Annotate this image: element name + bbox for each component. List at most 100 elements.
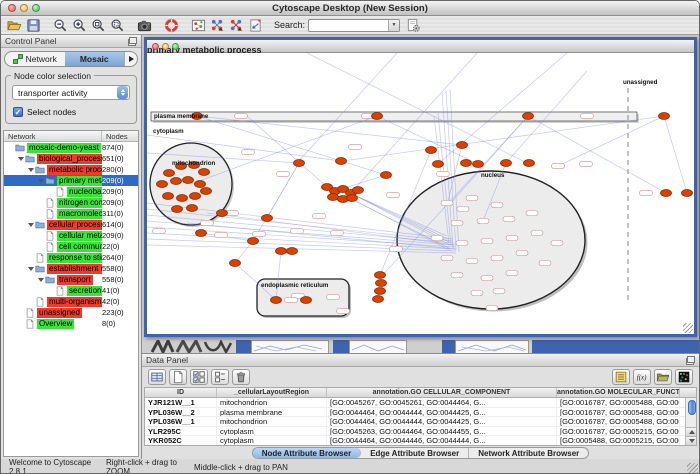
tree-col-network[interactable]: Network xyxy=(4,131,102,141)
zoom-button[interactable] xyxy=(32,4,40,12)
nucleus-node[interactable] xyxy=(477,219,489,224)
table-row[interactable]: YLR295Ccytoplasm[GO:0045263, GO:0044464,… xyxy=(145,427,696,437)
table-column-header[interactable]: annotation.GO MOLECULAR_FUNCTION xyxy=(557,388,680,397)
network-node[interactable] xyxy=(177,195,188,202)
network-node[interactable] xyxy=(157,181,168,188)
table-cell[interactable]: [GO:0045267, GO:0045261, GO:0044464, G..… xyxy=(327,398,557,407)
table-column-header[interactable]: _cellularLayoutRegion xyxy=(217,388,327,397)
network-node[interactable] xyxy=(328,194,339,201)
scrollbar-thumb[interactable] xyxy=(688,400,696,415)
color-matrix-button[interactable] xyxy=(675,369,693,385)
background-window-sliver[interactable] xyxy=(455,340,529,353)
network-node[interactable] xyxy=(163,193,174,200)
window-resize-grip[interactable] xyxy=(683,323,693,333)
network-node[interactable] xyxy=(375,272,386,279)
close-button[interactable] xyxy=(8,4,16,12)
network-node[interactable] xyxy=(217,210,228,217)
table-cell[interactable]: [GO:0016787, GO:0005488, GO:0005215, G..… xyxy=(557,446,680,447)
close-button[interactable] xyxy=(152,43,159,50)
tab-node-attribute-browser[interactable]: Node Attribute Browser xyxy=(253,448,362,458)
table-cell[interactable]: [GO:0016787, GO:0005488, GO:0005215, G..… xyxy=(557,417,680,426)
network-node[interactable] xyxy=(372,113,383,120)
nucleus-node[interactable] xyxy=(466,259,478,264)
network-node[interactable] xyxy=(682,190,693,197)
network-node-label-pill[interactable] xyxy=(387,192,400,197)
network-node[interactable] xyxy=(373,296,384,303)
tree-row[interactable]: multi-organism pro42(0) xyxy=(4,296,138,307)
nucleus-node[interactable] xyxy=(471,291,483,296)
table-cell[interactable]: cytoplasm xyxy=(217,436,327,445)
tree-row[interactable]: macromolecule311(0) xyxy=(4,208,138,219)
network-node[interactable] xyxy=(276,248,287,255)
nucleus-node[interactable] xyxy=(526,211,538,216)
tree-row[interactable]: unassigned223(0) xyxy=(4,307,138,318)
network-node-label-pill[interactable] xyxy=(215,232,228,237)
network-node[interactable] xyxy=(473,161,484,168)
delete-attribute-button[interactable] xyxy=(232,369,250,385)
network-node[interactable] xyxy=(375,288,386,295)
nucleus-node[interactable] xyxy=(481,239,493,244)
table-cell[interactable]: YLR295C xyxy=(145,427,217,436)
network-node[interactable] xyxy=(524,160,535,167)
expander-icon[interactable] xyxy=(27,223,35,227)
table-cell[interactable]: [GO:0005488, GO:0005215, GO:0003674] xyxy=(557,436,680,445)
network-node-label-pill[interactable] xyxy=(253,231,266,236)
table-cell[interactable]: cytoplasm xyxy=(217,427,327,436)
nucleus-node[interactable] xyxy=(486,306,498,311)
scroll-up-button[interactable] xyxy=(686,427,697,436)
network-node[interactable] xyxy=(433,161,444,168)
network-node[interactable] xyxy=(376,280,387,287)
import-attributes-button[interactable] xyxy=(612,369,630,385)
network-node[interactable] xyxy=(271,297,282,304)
network-node[interactable] xyxy=(183,177,194,184)
table-scrollbar[interactable] xyxy=(685,398,696,445)
network-node[interactable] xyxy=(199,169,210,176)
table-cell[interactable]: [GO:0016787, GO:0005488, GO:0005215, G..… xyxy=(557,398,680,407)
background-window-border[interactable] xyxy=(532,340,699,353)
nucleus-node[interactable] xyxy=(456,241,468,246)
table-cell[interactable]: YKR052C xyxy=(145,436,217,445)
background-window-sliver[interactable] xyxy=(349,340,407,353)
network-node[interactable] xyxy=(248,238,259,245)
snapshot-button[interactable] xyxy=(136,17,152,33)
tree-row[interactable]: nitrogen compo209(0) xyxy=(4,197,138,208)
open-file-button[interactable] xyxy=(6,17,22,33)
table-cell[interactable]: YPL036W__2 xyxy=(145,408,217,417)
select-attributes-button[interactable] xyxy=(190,369,208,385)
tree-row[interactable]: primary metabo209(0) xyxy=(4,175,138,186)
network-node[interactable] xyxy=(230,260,241,267)
table-cell[interactable]: mitochondrion xyxy=(217,417,327,426)
network-node[interactable] xyxy=(190,193,201,200)
vizmapper-button[interactable] xyxy=(247,17,263,33)
hide-selected-nodes-button[interactable] xyxy=(209,17,225,33)
network-node-label-pill[interactable] xyxy=(390,246,403,251)
hide-selected-edges-button[interactable] xyxy=(228,17,244,33)
table-row[interactable]: YJR121W__1mitochondrion[GO:0045267, GO:0… xyxy=(145,398,696,408)
attribute-dropdown[interactable]: transporter activity xyxy=(12,85,130,100)
network-node[interactable] xyxy=(523,113,534,120)
search-config-button[interactable] xyxy=(405,17,421,33)
overview-window-button[interactable] xyxy=(190,17,206,33)
tree-row[interactable]: Overview8(0) xyxy=(4,318,138,329)
network-node[interactable] xyxy=(501,160,512,167)
background-window-border[interactable] xyxy=(442,340,455,353)
tab-network-attribute-browser[interactable]: Network Attribute Browser xyxy=(469,448,588,458)
tree-row[interactable]: establishment of lo558(0) xyxy=(4,263,138,274)
network-node-label-pill[interactable] xyxy=(291,228,304,233)
minimize-button[interactable] xyxy=(162,43,169,50)
background-window-sliver[interactable] xyxy=(251,340,329,353)
table-cell[interactable]: YDR039C__1 xyxy=(145,446,217,447)
network-node-label-pill[interactable] xyxy=(235,113,248,118)
window-resize-grip[interactable] xyxy=(687,463,698,474)
tree-row[interactable]: cell communicat22(0) xyxy=(4,241,138,252)
network-node-label-pill[interactable] xyxy=(349,144,362,149)
tree-row[interactable]: response to stimul264(0) xyxy=(4,252,138,263)
nucleus-node[interactable] xyxy=(491,256,503,261)
network-node[interactable] xyxy=(262,215,273,222)
expander-icon[interactable] xyxy=(27,168,35,172)
table-row[interactable]: YPL036W__1mitochondrion[GO:0044464, GO:0… xyxy=(145,417,696,427)
tab-mosaic[interactable]: Mosaic xyxy=(65,52,125,66)
nucleus-node[interactable] xyxy=(431,236,443,241)
tab-network[interactable]: Network xyxy=(5,52,65,66)
network-node[interactable] xyxy=(381,172,392,179)
